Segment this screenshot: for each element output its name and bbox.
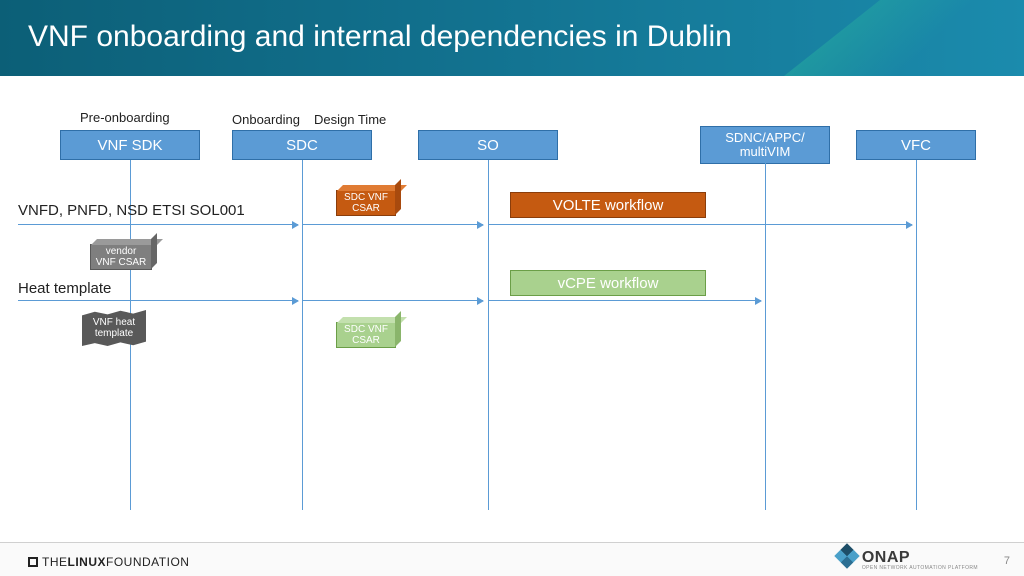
- workflow-volte: VOLTE workflow: [510, 192, 706, 218]
- onap-subtext: OPEN NETWORK AUTOMATION PLATFORM: [862, 566, 978, 571]
- arrow-sdc-to-so-row1: [303, 224, 483, 225]
- phase-pre-onboarding: Pre-onboarding: [80, 110, 170, 125]
- lifeline-sdc: [302, 160, 303, 510]
- lifeline-so: [488, 160, 489, 510]
- arrow-so-to-sdnc-row2: [489, 300, 761, 301]
- square-icon: [28, 557, 38, 567]
- arrow-sdc-to-so-row2: [303, 300, 483, 301]
- workflow-vcpe: vCPE workflow: [510, 270, 706, 296]
- lane-so: SO: [418, 130, 558, 160]
- lane-vfc: VFC: [856, 130, 976, 160]
- onap-icon: [834, 543, 859, 568]
- lane-sdnc-appc-multivim: SDNC/APPC/ multiVIM: [700, 126, 830, 164]
- footer: THELINUXFOUNDATION ONAPOPEN NETWORK AUTO…: [0, 542, 1024, 576]
- lifeline-sdnc: [765, 160, 766, 510]
- page-number: 7: [1004, 555, 1010, 567]
- artifact-sdc-vnf-csar-orange: SDC VNF CSAR: [336, 190, 396, 216]
- arrow-etsi-to-sdc: [18, 224, 298, 225]
- title-bar: VNF onboarding and internal dependencies…: [0, 0, 1024, 76]
- artifact-vendor-vnf-csar: vendor VNF CSAR: [90, 244, 152, 270]
- title-accent: [784, 0, 1024, 76]
- artifact-sdc-vnf-csar-green: SDC VNF CSAR: [336, 322, 396, 348]
- phase-design-time: Design Time: [314, 112, 386, 127]
- onap-logo: ONAPOPEN NETWORK AUTOMATION PLATFORM: [838, 547, 978, 571]
- lifeline-vfc: [916, 160, 917, 510]
- slide-title: VNF onboarding and internal dependencies…: [28, 20, 732, 54]
- row-label-etsi: VNFD, PNFD, NSD ETSI SOL001: [18, 202, 245, 219]
- slide: VNF onboarding and internal dependencies…: [0, 0, 1024, 576]
- lane-vnf-sdk: VNF SDK: [60, 130, 200, 160]
- arrow-heat-to-sdc: [18, 300, 298, 301]
- artifact-vnf-heat-template: VNF heat template: [82, 310, 146, 346]
- onap-text: ONAP: [862, 549, 910, 566]
- phase-onboarding: Onboarding: [232, 112, 300, 127]
- arrow-so-to-vfc-row1: [489, 224, 912, 225]
- row-label-heat: Heat template: [18, 280, 111, 297]
- linux-foundation-logo: THELINUXFOUNDATION: [28, 555, 189, 569]
- lane-sdc: SDC: [232, 130, 372, 160]
